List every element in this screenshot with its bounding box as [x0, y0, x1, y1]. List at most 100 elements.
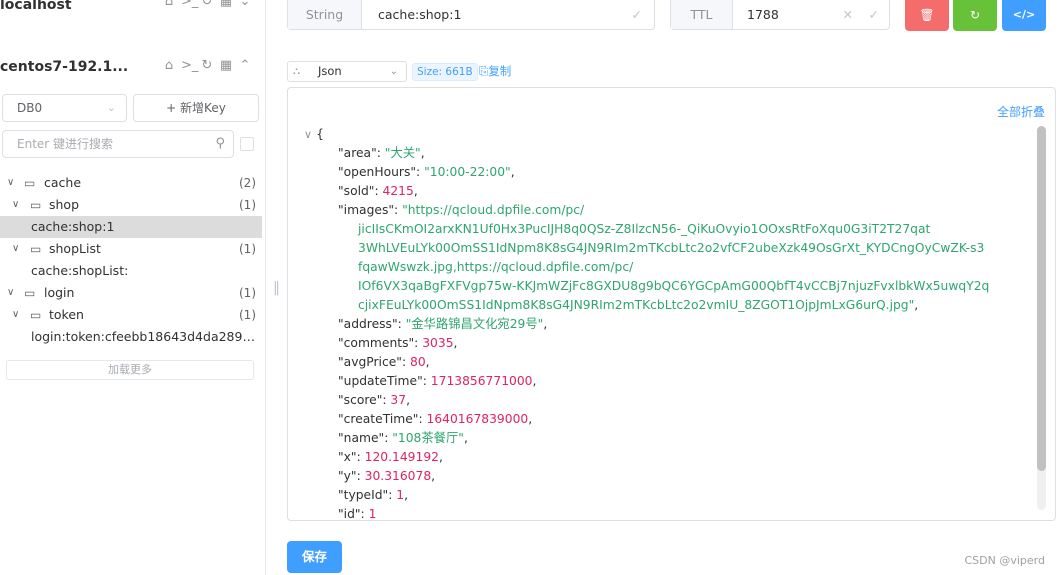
format-tree-icon: ⛬ [293, 66, 300, 77]
json-line: "score": 37, [338, 393, 410, 407]
tree-folder-count: (1) [239, 286, 256, 300]
json-line: "comments": 3035, [338, 336, 458, 350]
json-key: "name" [338, 431, 385, 445]
new-key-button[interactable]: + 新增Key [133, 94, 259, 122]
expand-arrow-icon[interactable]: ∨ [12, 238, 19, 260]
key-type-label: String [288, 0, 362, 29]
home-icon[interactable]: ⌂ [162, 58, 176, 73]
ttl-field: TTL 1788 ✕ ✓ [670, 0, 890, 30]
chevron-up-icon[interactable]: ⌃ [238, 58, 252, 73]
save-button[interactable]: 保存 [287, 541, 342, 573]
json-line: "area": "大关", [338, 146, 425, 160]
connection-localhost[interactable]: localhost ⌂ >_ ↻ ▦ ⌄ [0, 0, 262, 16]
tree-key-item[interactable]: cache:shop:1 [0, 216, 262, 238]
folder-open-icon: ▭ [30, 308, 42, 322]
json-number: 1 [368, 507, 377, 521]
json-key: "sold" [338, 184, 375, 198]
json-string: fqawWswzk.jpg,https://qcloud.dpfile.com/… [358, 260, 634, 274]
terminal-icon[interactable]: >_ [181, 58, 198, 73]
connection-actions: ⌂ >_ ↻ ▦ ⌄ [162, 0, 252, 9]
trash-icon: 🗑 [919, 8, 935, 22]
expand-arrow-icon[interactable]: ∨ [7, 282, 14, 304]
chevron-down-icon: ⌄ [389, 66, 398, 77]
fold-chevron-icon[interactable]: ∨ [304, 128, 312, 141]
json-string: cjixFEuLYk00OmSS1IdNpm8K8sG4JN9RIm2mTKcb… [358, 298, 915, 312]
expand-arrow-icon[interactable]: ∨ [12, 194, 19, 216]
copy-button[interactable]: ⎘复制 [479, 63, 511, 79]
json-key: "openHours" [338, 165, 417, 179]
expand-arrow-icon[interactable]: ∨ [12, 304, 19, 326]
folder-open-icon: ▭ [30, 198, 42, 212]
json-key: "avgPrice" [338, 355, 402, 369]
chevron-down-icon[interactable]: ⌄ [238, 0, 252, 9]
delete-key-button[interactable]: 🗑 [905, 0, 949, 31]
watermark: CSDN @viperd [964, 554, 1046, 567]
resize-handle[interactable]: ‖ [273, 280, 280, 296]
json-number: 120.149192 [364, 450, 439, 464]
tree-folder-label: shop [49, 197, 80, 212]
json-editor[interactable]: 全部折叠 ∨{ "area": "大关", "openHours": "10:0… [287, 87, 1056, 521]
collapse-all-button[interactable]: 全部折叠 [997, 103, 1045, 120]
tree-folder-label: token [49, 307, 84, 322]
connection-centos7[interactable]: centos7-192.1... ⌂ >_ ↻ ▦ ⌃ [0, 56, 262, 78]
tree-folder-shoplist[interactable]: ∨ ▭ shopList (1) [0, 238, 262, 260]
terminal-icon[interactable]: >_ [181, 0, 198, 9]
json-key: "y" [338, 469, 357, 483]
close-icon[interactable]: ✕ [843, 0, 853, 29]
editor-scrollbar[interactable] [1037, 126, 1046, 510]
expand-arrow-icon[interactable]: ∨ [7, 172, 14, 194]
refresh-icon[interactable]: ↻ [200, 0, 214, 9]
folder-open-icon: ▭ [24, 176, 36, 190]
json-number: 30.316078 [364, 469, 432, 483]
search-icon[interactable]: ⚲ [215, 131, 225, 157]
refresh-icon[interactable]: ↻ [200, 58, 214, 73]
grid-icon[interactable]: ▦ [219, 58, 233, 73]
home-icon[interactable]: ⌂ [162, 0, 176, 9]
connection-name: localhost [0, 0, 72, 13]
json-string: "金华路锦昌文化宛29号" [405, 317, 544, 331]
json-key: "typeId" [338, 488, 389, 502]
json-number: 37 [390, 393, 407, 407]
json-key: "createTime" [338, 412, 419, 426]
exact-search-checkbox[interactable] [240, 137, 254, 151]
key-name-input[interactable]: cache:shop:1 ✓ [362, 0, 654, 29]
json-line: "id": 1 [338, 507, 377, 521]
json-key: "address" [338, 317, 398, 331]
copy-icon: ⎘ [479, 64, 489, 78]
connection-name: centos7-192.1... [0, 59, 129, 75]
refresh-key-button[interactable]: ↻ [953, 0, 997, 31]
tree-folder-shop[interactable]: ∨ ▭ shop (1) [0, 194, 262, 216]
json-number: 1 [396, 488, 405, 502]
tree-key-item[interactable]: cache:shopList: [0, 260, 262, 282]
json-key: "updateTime" [338, 374, 423, 388]
json-line: "avgPrice": 80, [338, 355, 430, 369]
key-search-input[interactable]: Enter 键进行搜索 ⚲ [2, 130, 234, 158]
connection-actions: ⌂ >_ ↻ ▦ ⌃ [162, 58, 252, 73]
editor-scrollbar-thumb[interactable] [1037, 126, 1046, 471]
tree-folder-label: cache [44, 175, 82, 190]
grid-icon[interactable]: ▦ [219, 0, 233, 9]
code-icon: </> [1012, 8, 1036, 21]
json-string: "108茶餐厅" [392, 431, 464, 445]
check-icon[interactable]: ✓ [869, 0, 879, 29]
key-name-field: String cache:shop:1 ✓ [287, 0, 655, 30]
json-key: "images" [338, 203, 395, 217]
ttl-input[interactable]: 1788 ✕ ✓ [733, 0, 889, 29]
tree-folder-cache[interactable]: ∨ ▭ cache (2) [0, 172, 262, 194]
folder-open-icon: ▭ [24, 286, 36, 300]
sidebar: localhost ⌂ >_ ↻ ▦ ⌄ centos7-192.1... ⌂ … [0, 0, 266, 575]
json-string: "大关" [384, 146, 421, 160]
tree-key-item[interactable]: login:token:cfeebb18643d4da2891... [0, 326, 262, 348]
tree-folder-token[interactable]: ∨ ▭ token (1) [0, 304, 262, 326]
load-more-button[interactable]: 加载更多 [6, 360, 254, 380]
json-key: "score" [338, 393, 383, 407]
json-line: "createTime": 1640167839000, [338, 412, 533, 426]
tree-folder-label: shopList [49, 241, 101, 256]
tree-folder-login[interactable]: ∨ ▭ login (1) [0, 282, 262, 304]
db-select[interactable]: DB0 ⌄ [2, 94, 127, 122]
code-view-button[interactable]: </> [1002, 0, 1046, 31]
format-select[interactable]: ⛬ Json ⌄ [287, 61, 407, 82]
json-number: 4215 [382, 184, 414, 198]
check-icon[interactable]: ✓ [632, 0, 642, 29]
key-name-value: cache:shop:1 [378, 7, 462, 22]
